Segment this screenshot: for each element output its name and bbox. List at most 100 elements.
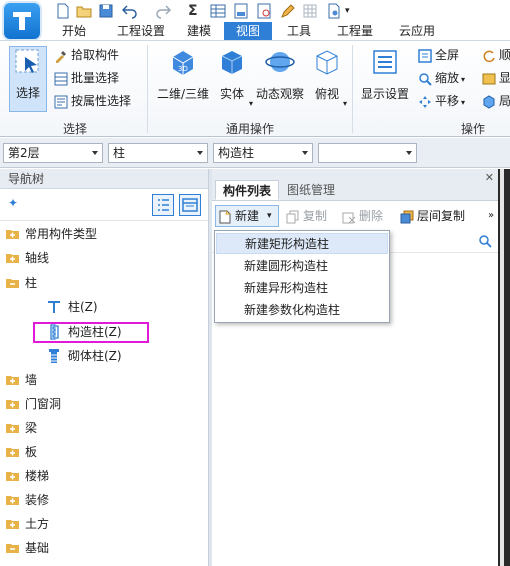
folder-plus-icon	[6, 448, 19, 457]
tab-modeling[interactable]: 建模	[176, 22, 222, 40]
tab-view[interactable]: 视图	[224, 22, 272, 40]
menu-bar: 开始 工程设置 建模 视图 工具 工程量 云应用	[0, 22, 510, 40]
display-settings-button[interactable]: 显示设置	[358, 47, 412, 113]
fullscreen-icon	[418, 48, 432, 63]
tree-item-label: 装修	[25, 493, 50, 507]
tab-tools[interactable]: 工具	[276, 22, 322, 40]
menu-item-new-irregular-column[interactable]: 新建异形构造柱	[216, 278, 388, 299]
sum-icon[interactable]: Σ	[188, 3, 204, 19]
fullscreen-button[interactable]: 全屏	[418, 45, 459, 65]
folder-plus-icon	[6, 520, 19, 529]
2d-3d-button[interactable]: 3D 二维/三维	[154, 47, 212, 113]
select-button[interactable]: 选择	[9, 46, 47, 112]
folder-plus-icon	[6, 472, 19, 481]
close-icon[interactable]: ✕	[485, 171, 494, 184]
sparkle-icon[interactable]: ✦	[8, 196, 18, 210]
filter-bar: 第2层 柱 构造柱	[0, 138, 510, 168]
search-icon[interactable]	[478, 234, 492, 248]
chevron-down-icon	[92, 151, 98, 155]
undo-icon[interactable]	[122, 3, 138, 19]
folder-plus-icon	[6, 230, 19, 239]
top-view-label: 俯视	[314, 87, 339, 101]
floor-copy-button[interactable]: 层间复制	[400, 206, 465, 226]
show-button[interactable]: 显	[482, 68, 510, 88]
copy-button[interactable]: 复制	[286, 206, 327, 226]
batch-select-icon	[54, 72, 68, 85]
menu-item-new-parametric-column[interactable]: 新建参数化构造柱	[216, 300, 388, 321]
floor-select[interactable]: 第2层	[3, 143, 103, 163]
panel-view-button[interactable]	[179, 194, 201, 216]
local-icon	[483, 94, 495, 109]
pan-button[interactable]: 平移 ▾	[418, 91, 465, 111]
toolbar-overflow-icon[interactable]: »	[488, 206, 494, 226]
batch-select-button[interactable]: 批量选择	[54, 68, 119, 88]
top-view-dropdown-icon[interactable]: ▾	[343, 99, 347, 108]
nav-tree-title: 导航树	[8, 172, 45, 186]
delete-button[interactable]: 删除	[342, 206, 383, 226]
tree-item-label: 常用构件类型	[25, 227, 98, 241]
tab-start[interactable]: 开始	[50, 22, 98, 40]
save-icon[interactable]	[98, 3, 114, 19]
batch-select-label: 批量选择	[71, 71, 120, 85]
tree-item-label: 土方	[25, 517, 50, 531]
dynamic-view-label: 动态观察	[255, 87, 304, 101]
list-view-button[interactable]	[152, 194, 174, 216]
folder-plus-icon	[6, 376, 19, 385]
grid-icon[interactable]	[302, 3, 318, 19]
local-button[interactable]: 局	[482, 91, 510, 111]
tree-item-label: 楼梯	[25, 469, 50, 483]
orbit-icon	[265, 52, 295, 72]
ribbon-separator	[147, 45, 148, 133]
dynamic-view-button[interactable]: 动态观察	[252, 47, 308, 113]
redo-icon[interactable]	[155, 3, 171, 19]
clockwise-label: 顺	[499, 48, 510, 62]
component-panel-tabs: 构件列表 图纸管理 ✕	[212, 169, 498, 201]
display-settings-label: 显示设置	[360, 87, 409, 101]
table-icon[interactable]	[210, 3, 226, 19]
list-icon	[158, 199, 169, 211]
floor-copy-label: 层间复制	[417, 209, 466, 223]
open-folder-icon[interactable]	[76, 3, 92, 19]
doc-settings-icon[interactable]	[326, 3, 342, 19]
tree-item-label: 砌体柱(Z)	[68, 349, 122, 363]
tree-item-label: 柱	[25, 276, 38, 290]
eyedropper-icon	[56, 50, 66, 63]
component-toolbar: 新建 ▾ 复制 删除 层间复制 »	[212, 201, 498, 231]
category-value: 柱	[113, 146, 126, 160]
tab-cloud[interactable]: 云应用	[388, 22, 446, 40]
top-view-button[interactable]: 俯视 ▾	[310, 47, 347, 113]
zoom-dropdown-icon[interactable]: ▾	[461, 75, 465, 84]
new-file-icon[interactable]	[55, 3, 71, 19]
zoom-button[interactable]: 缩放 ▾	[418, 68, 465, 88]
check-icon[interactable]	[256, 3, 272, 19]
select-by-attribute-label: 按属性选择	[71, 94, 132, 108]
tree-item-label: 基础	[25, 541, 50, 555]
new-button[interactable]: 新建	[218, 206, 259, 226]
category-select[interactable]: 柱	[108, 143, 208, 163]
rotate-icon	[483, 50, 495, 62]
new-dropdown-menu: 新建矩形构造柱 新建圆形构造柱 新建异形构造柱 新建参数化构造柱	[214, 230, 390, 323]
folder-minus-icon	[6, 544, 19, 553]
solid-button[interactable]: 实体 ▾	[214, 47, 253, 113]
select-by-attribute-button[interactable]: 按属性选择	[54, 91, 131, 111]
menu-item-new-rect-column[interactable]: 新建矩形构造柱	[216, 233, 388, 254]
svg-text:3D: 3D	[178, 65, 188, 73]
report-icon[interactable]	[233, 3, 249, 19]
edit-icon[interactable]	[280, 3, 296, 19]
extra-select[interactable]	[318, 143, 417, 163]
tab-drawing-management[interactable]: 图纸管理	[280, 180, 342, 200]
column-icon	[48, 301, 60, 313]
pick-component-button[interactable]: 拾取构件	[54, 45, 119, 65]
scrollbar-strip[interactable]	[500, 169, 504, 566]
customize-arrow-icon[interactable]: ▾	[345, 3, 361, 19]
tab-component-list[interactable]: 构件列表	[215, 180, 280, 200]
menu-item-new-round-column[interactable]: 新建圆形构造柱	[216, 256, 388, 277]
type-select[interactable]: 构造柱	[213, 143, 313, 163]
tab-quantities[interactable]: 工程量	[326, 22, 384, 40]
tab-project-settings[interactable]: 工程设置	[106, 22, 176, 40]
operations-group-label: 操作	[460, 122, 485, 136]
nav-tree-header: 导航树	[0, 169, 208, 189]
clockwise-button[interactable]: 顺	[482, 45, 510, 65]
pan-dropdown-icon[interactable]: ▾	[461, 98, 465, 107]
new-dropdown-icon[interactable]: ▾	[267, 206, 272, 226]
